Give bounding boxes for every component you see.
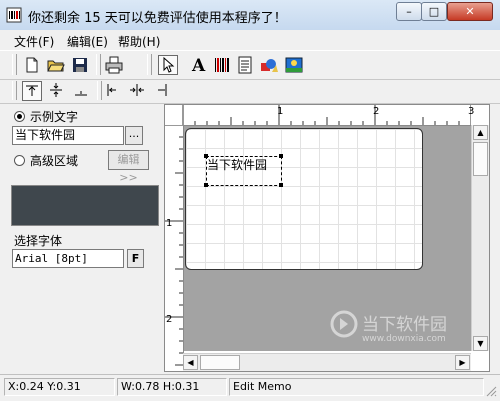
watermark-brand: 当下软件园	[362, 315, 447, 335]
scroll-thumb[interactable]	[200, 355, 240, 370]
font-label: 选择字体	[14, 234, 63, 248]
selection-handle[interactable]	[204, 183, 208, 187]
app-icon	[6, 7, 22, 23]
selection-handle[interactable]	[279, 154, 283, 158]
browse-button[interactable]: ...	[125, 126, 143, 145]
advanced-area-radio[interactable]	[14, 155, 25, 166]
sample-text-input[interactable]: 当下软件园	[12, 126, 124, 145]
resize-grip-icon[interactable]	[485, 385, 497, 397]
status-position: X:0.24 Y:0.31	[4, 378, 115, 396]
status-size: W:0.78 H:0.31	[117, 378, 227, 396]
print-icon[interactable]	[104, 55, 124, 75]
ruler-label: 3	[468, 106, 475, 117]
select-pointer-icon[interactable]	[158, 55, 178, 75]
status-bar: X:0.24 Y:0.31 W:0.78 H:0.31 Edit Memo	[0, 374, 500, 401]
toolbar-grip[interactable]	[12, 81, 17, 100]
sample-text-label: 示例文字	[30, 110, 79, 124]
align-left-icon[interactable]	[104, 81, 124, 101]
ruler-ticks	[182, 105, 471, 125]
edit-advanced-button[interactable]: 编辑>>	[108, 150, 149, 184]
maximize-button[interactable]: □	[421, 2, 447, 21]
align-toolbar	[0, 79, 500, 104]
menu-edit[interactable]: 编辑(E)	[67, 33, 108, 50]
scroll-right-arrow-icon[interactable]: ▶	[455, 355, 470, 370]
align-hcenter-icon[interactable]	[128, 81, 148, 101]
new-file-icon[interactable]	[22, 55, 42, 75]
scroll-down-arrow-icon[interactable]: ▼	[473, 336, 488, 351]
ruler-label: 2	[373, 106, 380, 117]
advanced-area-label: 高级区域	[30, 154, 79, 168]
font-button[interactable]: F	[127, 249, 144, 268]
properties-panel: 示例文字 当下软件园 ... 高级区域 编辑>> 选择字体 Arial [8pt…	[0, 105, 163, 373]
memo-tool-icon[interactable]	[235, 55, 255, 75]
image-tool-icon[interactable]	[284, 55, 304, 75]
watermark-url: www.downxia.com	[362, 334, 446, 344]
align-right-icon[interactable]	[152, 81, 172, 101]
scroll-thumb[interactable]	[473, 142, 488, 176]
scroll-up-arrow-icon[interactable]: ▲	[473, 125, 488, 140]
ruler-label: 1	[277, 106, 284, 117]
close-button[interactable]: ✕	[447, 2, 493, 21]
label-page[interactable]: 当下软件园	[185, 128, 423, 270]
save-icon[interactable]	[70, 55, 90, 75]
work-area[interactable]: 当下软件园 当下软件园 www.downxia.com	[184, 126, 471, 351]
align-top-icon[interactable]	[22, 81, 42, 101]
toolbar-separator	[97, 81, 102, 100]
ruler-ticks	[165, 125, 183, 366]
status-mode: Edit Memo	[229, 378, 484, 396]
toolbar-separator	[96, 54, 101, 75]
scroll-left-arrow-icon[interactable]: ◀	[183, 355, 198, 370]
window-title: 你还剩余 15 天可以免费评估使用本程序了！	[28, 11, 287, 26]
selected-text-object[interactable]: 当下软件园	[204, 154, 283, 187]
text-tool-icon[interactable]: A	[189, 55, 209, 75]
align-bottom-icon[interactable]	[72, 81, 92, 101]
sample-text-radio[interactable]	[14, 111, 25, 122]
menu-file[interactable]: 文件(F)	[14, 33, 54, 50]
horizontal-scrollbar[interactable]: ◀ ▶	[183, 353, 471, 371]
vertical-scrollbar[interactable]: ▲ ▼	[471, 125, 489, 351]
menu-bar: 文件(F) 编辑(E) 帮助(H)	[0, 30, 500, 50]
align-vcenter-icon[interactable]	[47, 81, 67, 101]
menu-help[interactable]: 帮助(H)	[118, 33, 160, 50]
toolbar-grip[interactable]	[147, 54, 152, 75]
design-canvas: 1 2 3 1 2 当下软件园 当下软件园 www.downxia.com ▲ …	[164, 104, 490, 372]
minimize-button[interactable]: –	[396, 2, 422, 21]
ruler-label: 2	[166, 314, 173, 325]
horizontal-ruler: 1 2 3	[165, 105, 475, 126]
toolbar-grip[interactable]	[12, 54, 17, 75]
selected-text: 当下软件园	[207, 158, 268, 172]
ruler-label: 1	[166, 218, 173, 229]
watermark: 当下软件园 www.downxia.com	[330, 308, 470, 350]
svg-text:A: A	[191, 56, 206, 75]
color-preview	[11, 185, 159, 226]
shape-tool-icon[interactable]	[259, 55, 279, 75]
vertical-ruler: 1 2	[165, 125, 184, 371]
main-toolbar: A	[0, 50, 500, 80]
title-bar[interactable]: 你还剩余 15 天可以免费评估使用本程序了！ – □ ✕	[0, 0, 500, 31]
barcode-tool-icon[interactable]	[212, 55, 232, 75]
open-folder-icon[interactable]	[46, 55, 66, 75]
selection-handle[interactable]	[279, 183, 283, 187]
watermark-logo-icon	[330, 310, 358, 338]
font-field[interactable]: Arial [8pt]	[12, 249, 124, 268]
